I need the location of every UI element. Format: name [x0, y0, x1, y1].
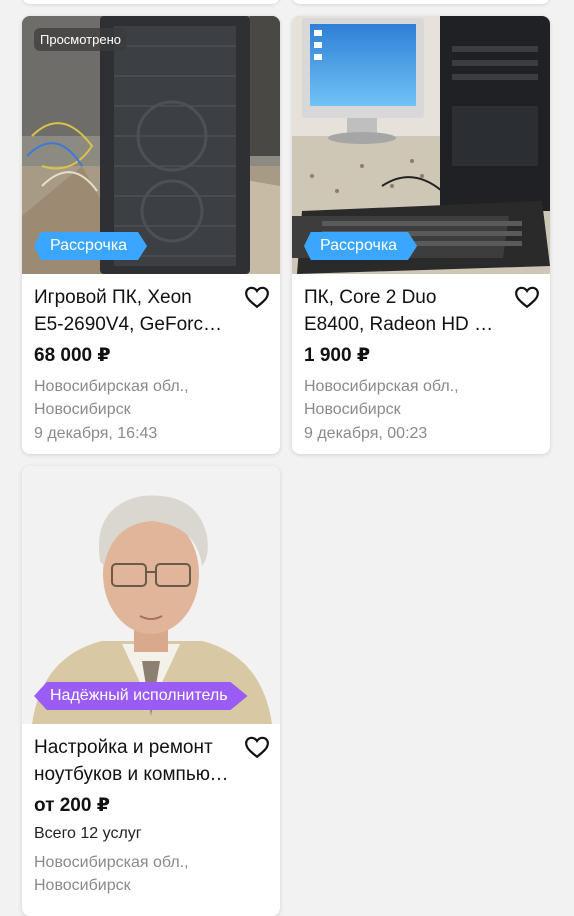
- viewed-badge: Просмотрено: [34, 28, 128, 51]
- listing-title-line2: E5-2690V4, GeForce RTX: [34, 314, 230, 335]
- listing-details: Игровой ПК, Xeon E5-2690V4, GeForce RTX …: [22, 274, 280, 454]
- location-region: Новосибирская обл.,: [34, 378, 189, 395]
- listing-price: от 200 ₽: [34, 795, 110, 816]
- heart-outline-icon[interactable]: [244, 284, 270, 310]
- listing-title-line1: ПК, Core 2 Duo: [304, 287, 437, 308]
- listing-location: Новосибирская обл., Новосибирск: [304, 375, 538, 421]
- listing-title[interactable]: Настройка и ремонт ноутбуков и компьютер…: [34, 734, 230, 788]
- installment-tag: Рассрочка: [304, 232, 418, 260]
- listing-card-core2duo-pc[interactable]: Рассрочка ПК, Core 2 Duo E8400, Radeon H…: [292, 16, 550, 454]
- listing-details: Настройка и ремонт ноутбуков и компьютер…: [22, 724, 280, 909]
- services-count: Всего 12 услуг: [34, 825, 142, 842]
- listing-card-repair-service[interactable]: Надёжный исполнитель Настройка и ремонт …: [22, 466, 280, 916]
- listing-location: Новосибирская обл., Новосибирск: [34, 375, 268, 421]
- listing-title[interactable]: ПК, Core 2 Duo E8400, Radeon HD 4650: [304, 284, 500, 338]
- listing-title[interactable]: Игровой ПК, Xeon E5-2690V4, GeForce RTX: [34, 284, 230, 338]
- location-region: Новосибирская обл.,: [34, 854, 189, 871]
- listing-date: 9 декабря, 16:43: [34, 425, 158, 442]
- listing-price: 68 000 ₽: [34, 345, 111, 366]
- location-region: Новосибирская обл.,: [304, 378, 459, 395]
- listing-image[interactable]: Надёжный исполнитель: [22, 466, 280, 724]
- previous-card-left: [22, 0, 280, 4]
- heart-outline-icon[interactable]: [244, 734, 270, 760]
- listing-location: Новосибирская обл., Новосибирск: [34, 851, 268, 897]
- location-city: Новосибирск: [34, 877, 131, 894]
- listing-image[interactable]: Рассрочка: [292, 16, 550, 274]
- previous-card-right: [292, 0, 550, 4]
- heart-outline-icon[interactable]: [514, 284, 540, 310]
- listing-title-line2: ноутбуков и компьютеров: [34, 764, 230, 785]
- previous-cards-edge: [0, 0, 574, 8]
- reliable-provider-tag: Надёжный исполнитель: [34, 682, 248, 710]
- location-city: Новосибирск: [34, 401, 131, 418]
- listing-card-gaming-pc[interactable]: Просмотрено Рассрочка Игровой ПК, Xeon E…: [22, 16, 280, 454]
- listing-title-line1: Игровой ПК, Xeon: [34, 287, 192, 308]
- listing-date: 9 декабря, 00:23: [304, 425, 428, 442]
- listing-price: 1 900 ₽: [304, 345, 371, 366]
- listing-image[interactable]: Просмотрено Рассрочка: [22, 16, 280, 274]
- listing-title-line2: E8400, Radeon HD 4650: [304, 314, 500, 335]
- listing-details: ПК, Core 2 Duo E8400, Radeon HD 4650 1 9…: [292, 274, 550, 454]
- location-city: Новосибирск: [304, 401, 401, 418]
- listing-title-line1: Настройка и ремонт: [34, 737, 213, 758]
- installment-tag: Рассрочка: [34, 232, 148, 260]
